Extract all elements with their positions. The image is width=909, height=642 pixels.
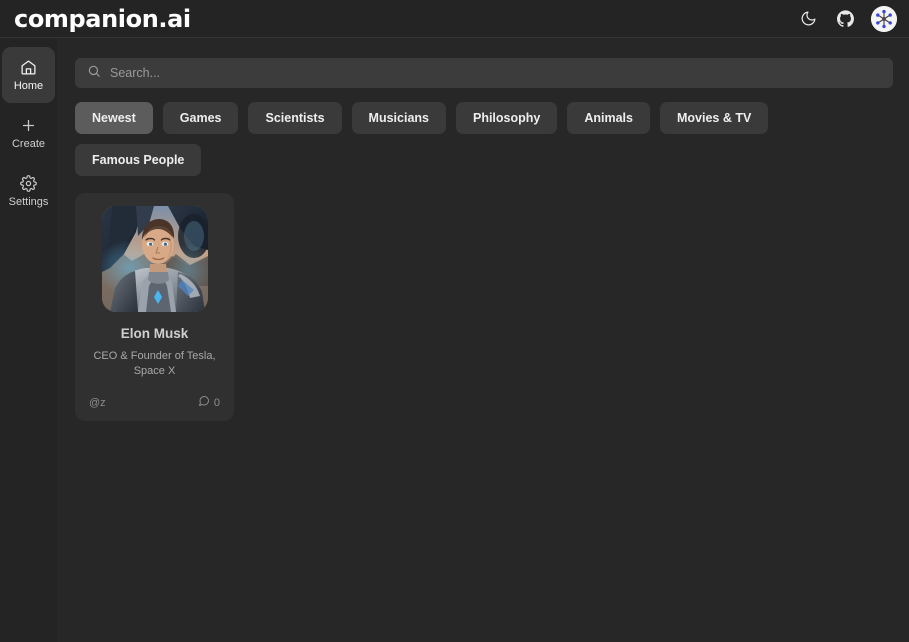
category-pill-famous-people[interactable]: Famous People xyxy=(75,144,202,176)
category-pill-musicians[interactable]: Musicians xyxy=(351,102,446,134)
home-icon xyxy=(20,58,37,76)
gear-icon xyxy=(20,174,37,192)
companion-avatar-image xyxy=(101,206,208,312)
category-pill-philosophy[interactable]: Philosophy xyxy=(455,102,558,134)
companion-creator-username: @z xyxy=(89,396,106,409)
companion-card-grid: Elon Musk CEO & Founder of Tesla, Space … xyxy=(75,193,893,421)
main-content: Newest Games Scientists Musicians Philos… xyxy=(57,38,909,642)
category-pill-newest[interactable]: Newest xyxy=(75,102,153,134)
category-pill-games[interactable]: Games xyxy=(162,102,239,134)
search-bar[interactable] xyxy=(75,58,893,88)
category-filter-list: Newest Games Scientists Musicians Philos… xyxy=(75,102,893,176)
sidebar-item-home[interactable]: Home xyxy=(2,47,55,103)
search-icon xyxy=(87,64,101,83)
companion-description: CEO & Founder of Tesla, Space X xyxy=(93,350,216,378)
category-pill-animals[interactable]: Animals xyxy=(567,102,650,134)
search-input[interactable] xyxy=(110,66,881,80)
sidebar-item-create[interactable]: Create xyxy=(2,105,55,161)
companion-name: Elon Musk xyxy=(120,326,189,341)
github-icon[interactable] xyxy=(834,8,856,30)
category-pill-scientists[interactable]: Scientists xyxy=(248,102,342,134)
sidebar-item-label-home: Home xyxy=(13,80,44,92)
chat-bubble-icon xyxy=(198,395,210,410)
top-bar: companion.ai xyxy=(0,0,909,38)
category-pill-movies-tv[interactable]: Movies & TV xyxy=(660,102,769,134)
companion-message-count-value: 0 xyxy=(213,396,220,409)
companion-card-footer: @z 0 xyxy=(87,395,222,410)
plus-icon xyxy=(20,116,37,134)
sidebar-item-label-create: Create xyxy=(11,138,46,150)
companion-message-count: 0 xyxy=(198,395,220,410)
moon-icon[interactable] xyxy=(797,8,819,30)
sidebar-item-label-settings: Settings xyxy=(8,196,49,208)
companion-card[interactable]: Elon Musk CEO & Founder of Tesla, Space … xyxy=(75,193,234,421)
sidebar: Home Create Settings xyxy=(0,38,57,642)
sidebar-item-settings[interactable]: Settings xyxy=(2,163,55,219)
app-logo[interactable]: companion.ai xyxy=(14,7,191,31)
user-avatar[interactable] xyxy=(871,5,897,32)
top-bar-actions xyxy=(797,5,897,32)
